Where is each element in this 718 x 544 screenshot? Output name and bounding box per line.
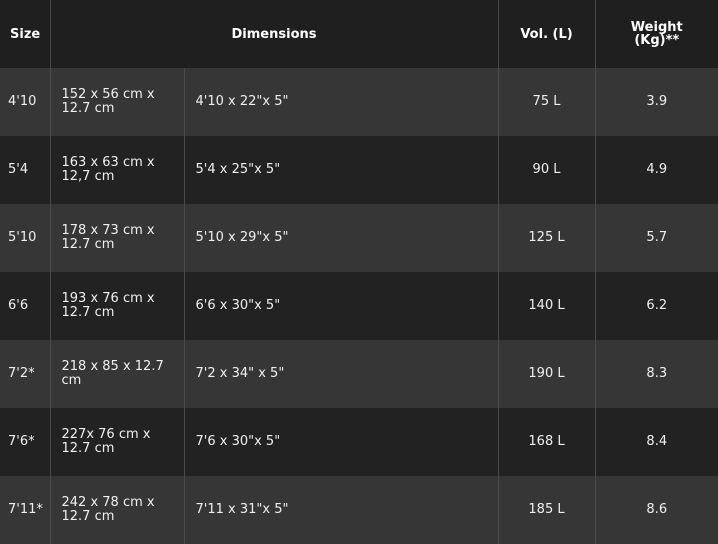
cell-metric-dimensions: 242 x 78 cm x 12.7 cm <box>50 476 185 544</box>
cell-imperial-dimensions: 5'4 x 25"x 5" <box>184 136 499 204</box>
cell-metric-dimensions: 218 x 85 x 12.7 cm <box>50 340 185 408</box>
cell-metric-dimensions: 178 x 73 cm x 12.7 cm <box>50 204 185 272</box>
cell-size: 4'10 <box>0 68 51 136</box>
cell-weight: 8.3 <box>646 366 668 381</box>
table-header: Size Dimensions Vol. (L) Weight (Kg)** <box>0 0 718 68</box>
cell-metric-dimensions: 227x 76 cm x 12.7 cm <box>50 408 185 476</box>
header-volume: Vol. (L) <box>498 0 596 68</box>
cell-size: 6'6 <box>0 272 51 340</box>
cell-weight: 5.7 <box>646 230 668 245</box>
cell-size: 7'2* <box>0 340 51 408</box>
table-row: 6'6 193 x 76 cm x 12.7 cm 6'6 x 30"x 5" … <box>0 272 718 340</box>
cell-weight: 3.9 <box>646 94 668 109</box>
cell-imperial-dimensions: 4'10 x 22"x 5" <box>184 68 499 136</box>
cell-size: 5'4 <box>0 136 51 204</box>
cell-volume: 168 L <box>498 408 596 476</box>
cell-metric-dimensions: 163 x 63 cm x 12,7 cm <box>50 136 185 204</box>
cell-volume: 140 L <box>498 272 596 340</box>
cell-weight: 8.6 <box>646 502 668 517</box>
table-body: 4'10 152 x 56 cm x 12.7 cm 4'10 x 22"x 5… <box>0 68 718 544</box>
cell-volume: 190 L <box>498 340 596 408</box>
cell-volume: 75 L <box>498 68 596 136</box>
table-row: 4'10 152 x 56 cm x 12.7 cm 4'10 x 22"x 5… <box>0 68 718 136</box>
cell-imperial-dimensions: 7'6 x 30"x 5" <box>184 408 499 476</box>
cell-volume: 125 L <box>498 204 596 272</box>
cell-size: 5'10 <box>0 204 51 272</box>
cell-metric-dimensions: 152 x 56 cm x 12.7 cm <box>50 68 185 136</box>
cell-imperial-dimensions: 6'6 x 30"x 5" <box>184 272 499 340</box>
table-row: 7'2* 218 x 85 x 12.7 cm 7'2 x 34" x 5" 1… <box>0 340 718 408</box>
cell-imperial-dimensions: 7'2 x 34" x 5" <box>184 340 499 408</box>
board-specs-table: Size Dimensions Vol. (L) Weight (Kg)** 4… <box>0 0 718 544</box>
table-row: 7'11* 242 x 78 cm x 12.7 cm 7'11 x 31"x … <box>0 476 718 544</box>
header-weight: Weight (Kg)** <box>595 0 718 68</box>
table-row: 5'4 163 x 63 cm x 12,7 cm 5'4 x 25"x 5" … <box>0 136 718 204</box>
table-row: 5'10 178 x 73 cm x 12.7 cm 5'10 x 29"x 5… <box>0 204 718 272</box>
header-row: Size Dimensions Vol. (L) Weight (Kg)** <box>0 0 718 68</box>
header-weight-line2: (Kg)** <box>634 33 680 48</box>
cell-size: 7'6* <box>0 408 51 476</box>
cell-volume: 185 L <box>498 476 596 544</box>
header-size: Size <box>0 0 51 68</box>
table-row: 7'6* 227x 76 cm x 12.7 cm 7'6 x 30"x 5" … <box>0 408 718 476</box>
header-dimensions: Dimensions <box>50 0 499 68</box>
cell-weight: 4.9 <box>646 162 668 177</box>
cell-weight: 6.2 <box>646 298 668 313</box>
cell-imperial-dimensions: 7'11 x 31"x 5" <box>184 476 499 544</box>
cell-imperial-dimensions: 5'10 x 29"x 5" <box>184 204 499 272</box>
cell-size: 7'11* <box>0 476 51 544</box>
cell-weight: 8.4 <box>646 434 668 449</box>
cell-volume: 90 L <box>498 136 596 204</box>
cell-metric-dimensions: 193 x 76 cm x 12.7 cm <box>50 272 185 340</box>
